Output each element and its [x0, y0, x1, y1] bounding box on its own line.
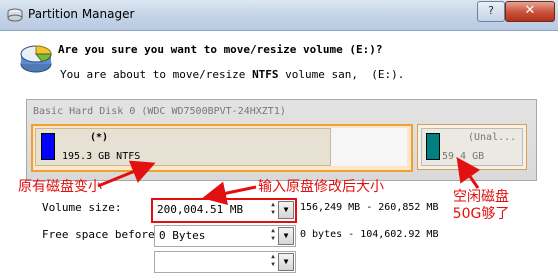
unallocated-name: (Unal... [468, 132, 517, 143]
free-space-before-input[interactable]: 0 Bytes ▲ ▼ ▼ [154, 225, 296, 247]
disk-label: Basic Hard Disk 0 (WDC WD7500BPVT-24HXZT… [33, 106, 286, 117]
volume-size-input[interactable]: 200,004.51 MB ▲ ▼ ▼ [151, 198, 297, 223]
title-bar: Partition Manager ? ✕ [0, 0, 558, 31]
annotation-free-disk: 空闲磁盘 50G够了 [452, 189, 510, 222]
annotation-enter-size: 输入原盘修改后大小 [258, 179, 384, 195]
spin-arrows-icon[interactable]: ▲ ▼ [268, 227, 278, 243]
unallocated-inner: (Unal... 59.4 GB [421, 128, 523, 166]
partition-size: 195.3 GB NTFS [62, 151, 141, 162]
free-space-after-input[interactable]: ▲ ▼ ▼ [154, 251, 296, 273]
volume-size-label: Volume size: [42, 201, 122, 214]
confirm-subtext: You are about to move/resize NTFS volume… [60, 68, 405, 81]
unallocated-size: 59.4 GB [442, 151, 485, 162]
partition-freed-area [331, 128, 407, 166]
disk-pie-icon [20, 45, 52, 73]
unallocated-color-swatch [426, 133, 440, 160]
dialog-body: Are you sure you want to move/resize vol… [0, 31, 558, 273]
free-space-before-label: Free space before: [42, 228, 162, 241]
window-title: Partition Manager [28, 7, 135, 21]
chevron-down-icon[interactable]: ▼ [278, 227, 294, 245]
confirm-question: Are you sure you want to move/resize vol… [58, 43, 383, 56]
close-button[interactable]: ✕ [505, 1, 555, 22]
volume-size-value: 200,004.51 MB [157, 203, 244, 216]
spin-arrows-icon[interactable]: ▲ ▼ [268, 201, 278, 217]
disk-map: Basic Hard Disk 0 (WDC WD7500BPVT-24HXZT… [26, 99, 537, 181]
annotation-shrunk-disk: 原有磁盘变小 [18, 179, 102, 195]
help-button[interactable]: ? [477, 1, 505, 22]
partition-name: (*) [90, 132, 109, 143]
partition-unallocated[interactable]: (Unal... 59.4 GB [417, 124, 527, 170]
free-space-before-range: 0 bytes - 104,602.92 MB [300, 229, 439, 240]
free-space-before-value: 0 Bytes [159, 229, 206, 242]
ntfs-color-swatch [41, 133, 55, 160]
partition-used-area: (*) 195.3 GB NTFS [35, 128, 331, 166]
chevron-down-icon[interactable]: ▼ [278, 201, 294, 219]
app-icon [7, 8, 23, 22]
volume-size-range: 156,249 MB - 260,852 MB [300, 202, 439, 213]
spin-arrows-icon[interactable]: ▲ ▼ [268, 253, 278, 269]
partition-selected[interactable]: (*) 195.3 GB NTFS [31, 124, 413, 172]
